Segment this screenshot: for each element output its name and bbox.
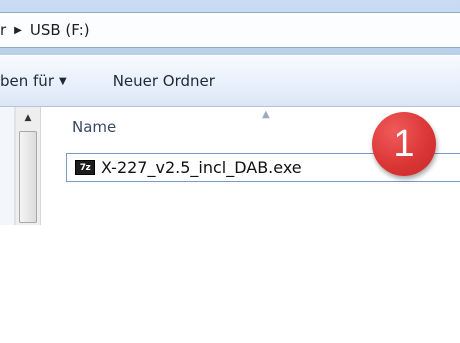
- sort-ascending-icon: ▲: [262, 109, 270, 120]
- breadcrumb-previous[interactable]: r: [0, 21, 6, 39]
- command-toolbar: ben für ▼ Neuer Ordner: [0, 56, 460, 107]
- step-number-badge: 1: [372, 112, 436, 176]
- scroll-up-icon[interactable]: ▲: [16, 109, 40, 127]
- navigation-pane-edge: [0, 107, 15, 225]
- new-folder-button[interactable]: Neuer Ordner: [113, 72, 215, 90]
- chevron-down-icon: ▼: [58, 75, 67, 87]
- breadcrumb-current[interactable]: USB (F:): [30, 21, 90, 39]
- file-name: X-227_v2.5_incl_DAB.exe: [101, 158, 302, 177]
- 7z-archive-icon: 7z: [75, 160, 95, 175]
- share-with-label: ben für: [0, 72, 54, 90]
- navigation-scrollbar[interactable]: ▲: [15, 107, 41, 225]
- address-bar[interactable]: r ▶ USB (F:): [0, 12, 460, 48]
- share-with-button[interactable]: ben für ▼: [0, 72, 67, 90]
- explorer-window: r ▶ USB (F:) ben für ▼ Neuer Ordner ▲ ▲ …: [0, 0, 460, 225]
- new-folder-label: Neuer Ordner: [112, 72, 215, 90]
- address-bar-frame: r ▶ USB (F:): [0, 0, 460, 55]
- column-header-name[interactable]: Name: [72, 118, 116, 136]
- breadcrumb-separator-icon[interactable]: ▶: [14, 25, 22, 36]
- scroll-thumb[interactable]: [19, 131, 37, 223]
